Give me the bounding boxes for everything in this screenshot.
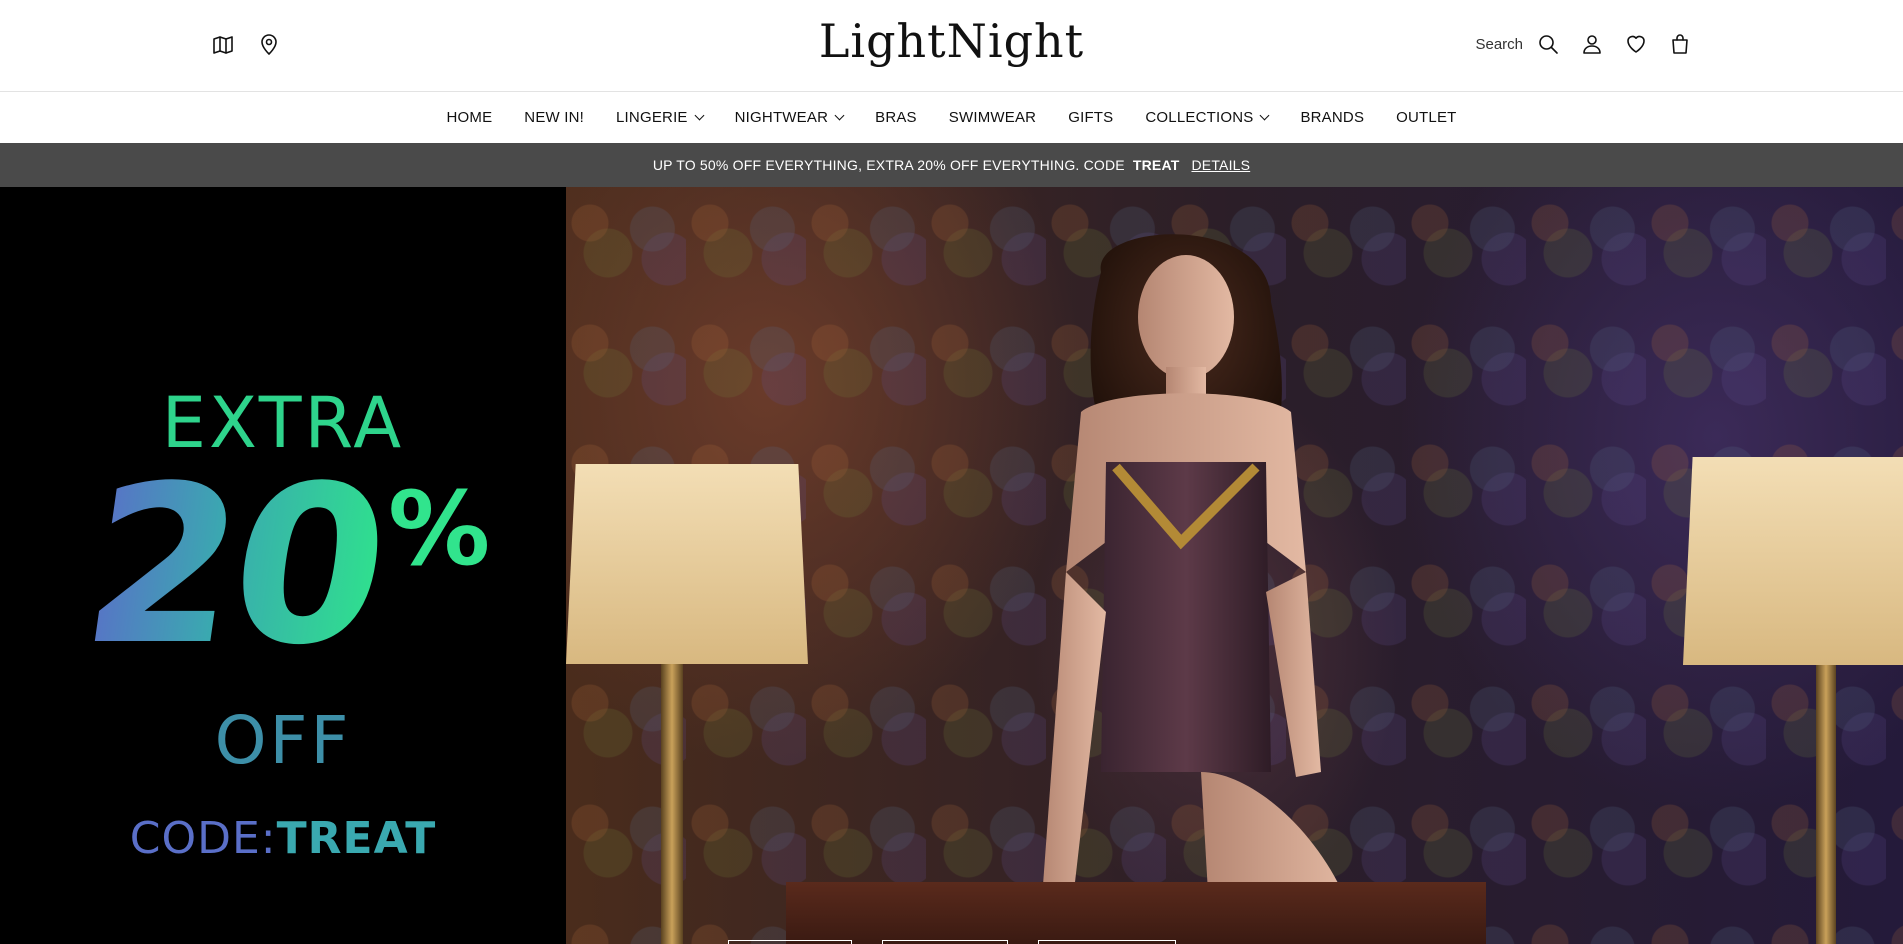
header-right-icons: Search xyxy=(1475,31,1693,57)
nav-item-nightwear[interactable]: NIGHTWEAR xyxy=(719,109,859,126)
nav-item-home[interactable]: HOME xyxy=(430,109,508,126)
hero-discount: 20 % xyxy=(70,440,508,693)
hero-code-value: TREAT xyxy=(276,813,437,864)
nav-label: BRAS xyxy=(875,109,917,126)
hero-code-label: CODE: xyxy=(129,813,277,864)
location-pin-icon[interactable] xyxy=(256,32,282,58)
hero-table xyxy=(786,882,1486,944)
promo-details-link[interactable]: DETAILS xyxy=(1191,157,1250,173)
chevron-down-icon xyxy=(834,110,845,121)
nav-label: BRANDS xyxy=(1300,109,1365,126)
nav-label: GIFTS xyxy=(1068,109,1114,126)
site-logo[interactable]: LightNight xyxy=(819,14,1084,68)
promo-bar: UP TO 50% OFF EVERYTHING, EXTRA 20% OFF … xyxy=(0,143,1903,187)
chevron-down-icon xyxy=(694,110,705,121)
nav-label: LINGERIE xyxy=(616,109,688,126)
header-left-icons xyxy=(210,32,282,58)
nav-label: HOME xyxy=(446,109,493,126)
nav-item-bras[interactable]: BRAS xyxy=(859,109,933,126)
hero-cta-button-2[interactable] xyxy=(882,940,1008,944)
nav-item-outlet[interactable]: OUTLET xyxy=(1380,109,1472,126)
hero-image[interactable] xyxy=(566,187,1903,944)
promo-text: UP TO 50% OFF EVERYTHING, EXTRA 20% OFF … xyxy=(652,157,1125,173)
bag-icon[interactable] xyxy=(1667,31,1693,57)
search-icon[interactable] xyxy=(1535,31,1561,57)
nav-label: NIGHTWEAR xyxy=(734,109,829,126)
nav-item-new-in[interactable]: NEW IN! xyxy=(508,109,600,126)
nav-label: COLLECTIONS xyxy=(1145,109,1254,126)
nav-label: SWIMWEAR xyxy=(948,109,1037,126)
lamp-shade-right xyxy=(1683,457,1903,665)
nav-item-lingerie[interactable]: LINGERIE xyxy=(600,109,719,126)
chevron-down-icon xyxy=(1259,110,1270,121)
lamp-base-left xyxy=(661,664,683,944)
hero-code: CODE:TREAT xyxy=(0,813,566,864)
nav-item-swimwear[interactable]: SWIMWEAR xyxy=(933,109,1052,126)
nav-label: OUTLET xyxy=(1396,109,1457,126)
lamp-shade-left xyxy=(566,464,808,664)
nav-item-brands[interactable]: BRANDS xyxy=(1284,109,1380,126)
hero-cta-button-1[interactable] xyxy=(728,940,852,944)
nav-item-gifts[interactable]: GIFTS xyxy=(1052,109,1129,126)
promo-code: TREAT xyxy=(1132,157,1180,173)
hero-off-text: OFF xyxy=(214,702,352,779)
hero-offer-panel[interactable]: EXTRA 20 % OFF CODE:TREAT xyxy=(0,187,566,944)
hero-model-figure xyxy=(1041,234,1351,944)
nav-label: NEW IN! xyxy=(524,109,585,126)
nav-item-collections[interactable]: COLLECTIONS xyxy=(1129,109,1284,126)
search-label[interactable]: Search xyxy=(1475,36,1523,53)
site-header: LightNight Search xyxy=(0,0,1903,92)
main-nav: HOME NEW IN! LINGERIE NIGHTWEAR BRAS SWI… xyxy=(0,92,1903,143)
hero-percent-sign: % xyxy=(388,470,491,589)
hero-discount-amount: 20 xyxy=(70,440,398,693)
lamp-base-right xyxy=(1816,665,1836,944)
hero-banner[interactable]: EXTRA 20 % OFF CODE:TREAT xyxy=(0,187,1903,944)
hero-cta-button-3[interactable] xyxy=(1038,940,1176,944)
map-icon[interactable] xyxy=(210,32,236,58)
user-icon[interactable] xyxy=(1579,31,1605,57)
heart-icon[interactable] xyxy=(1623,31,1649,57)
